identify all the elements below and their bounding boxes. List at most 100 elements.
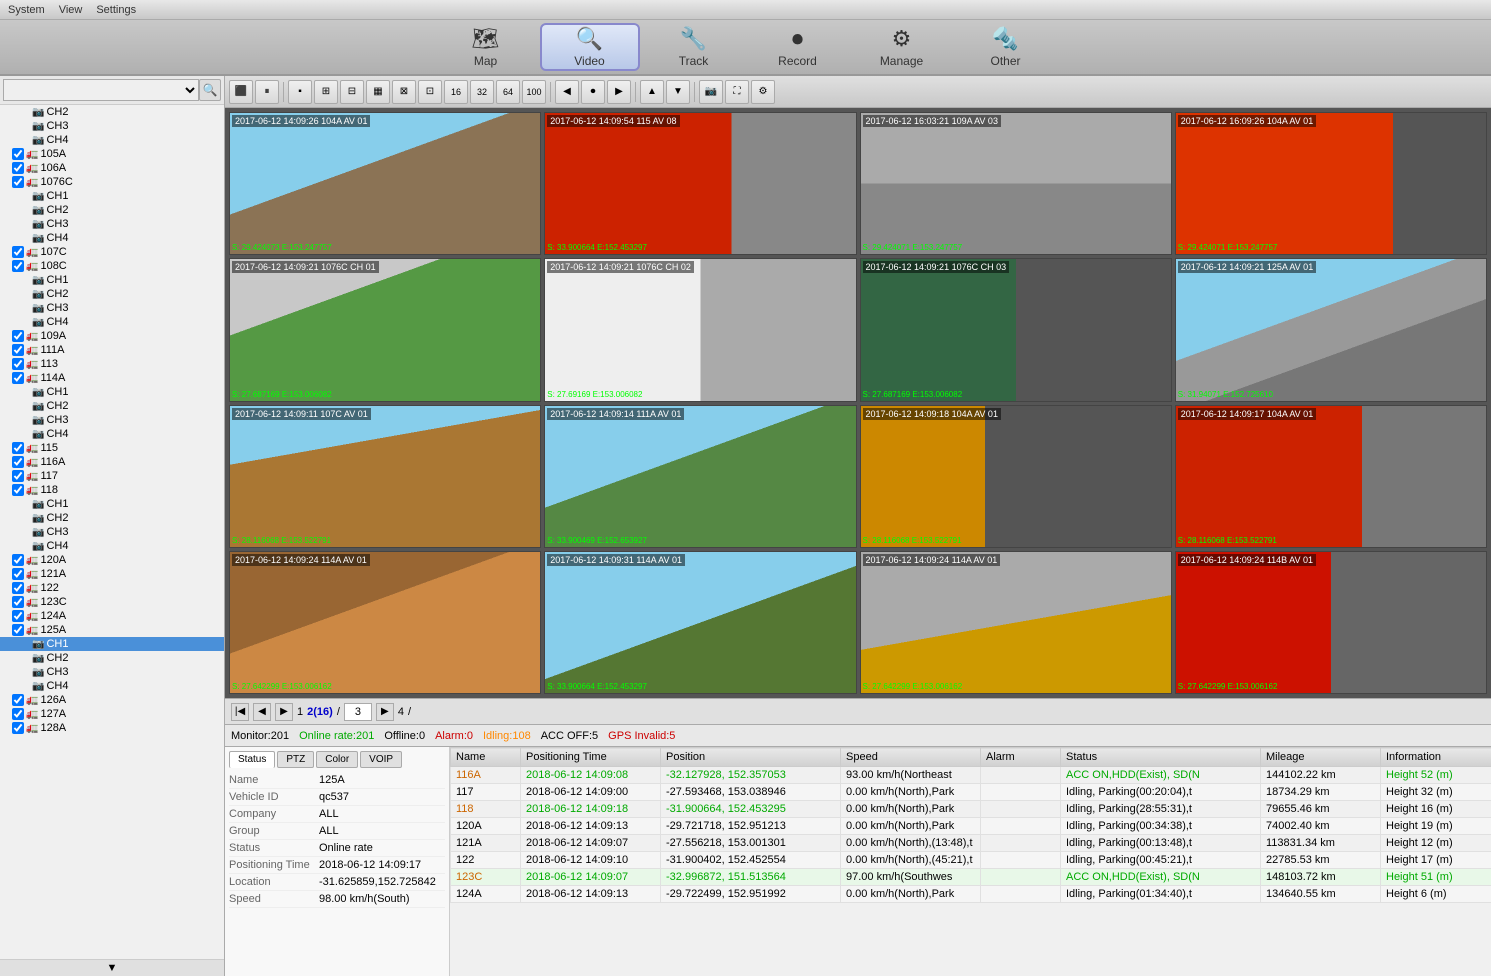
tree-check-109a[interactable] bbox=[12, 330, 24, 342]
prev-page-btn[interactable]: ◀ bbox=[555, 80, 579, 104]
th-status[interactable]: Status bbox=[1061, 748, 1261, 767]
tree-check-117[interactable] bbox=[12, 470, 24, 482]
tree-item-125a[interactable]: 🚛125A bbox=[0, 623, 224, 637]
tree-check-122[interactable] bbox=[12, 582, 24, 594]
th-mileage[interactable]: Mileage bbox=[1261, 748, 1381, 767]
tree-item-114a[interactable]: 🚛114A bbox=[0, 371, 224, 385]
tree-item-ch4[interactable]: 📷CH4 bbox=[0, 133, 224, 147]
tree-item-1076c-ch4[interactable]: 📷CH4 bbox=[0, 231, 224, 245]
table-row[interactable]: 116A2018-06-12 14:09:08-32.127928, 152.3… bbox=[451, 767, 1491, 784]
layout-8[interactable]: ▦ bbox=[366, 80, 390, 104]
th-positioning-time[interactable]: Positioning Time bbox=[521, 748, 661, 767]
tree-item-107c[interactable]: 🚛107C bbox=[0, 245, 224, 259]
screen-select2[interactable]: ▼ bbox=[666, 80, 690, 104]
table-row[interactable]: 124A2018-06-12 14:09:13-29.722499, 152.9… bbox=[451, 886, 1491, 903]
tree-item-122[interactable]: 🚛122 bbox=[0, 581, 224, 595]
menu-view[interactable]: View bbox=[59, 4, 83, 16]
video-cell-1[interactable]: 2017-06-12 14:09:26 104A AV 01S: 29.4240… bbox=[229, 112, 541, 255]
video-cell-5[interactable]: 2017-06-12 14:09:21 1076C CH 01S: 27.687… bbox=[229, 258, 541, 401]
video-cell-2[interactable]: 2017-06-12 14:09:54 115 AV 08S: 33.90066… bbox=[544, 112, 856, 255]
screen-select1[interactable]: ▲ bbox=[640, 80, 664, 104]
layout-6[interactable]: ⊟ bbox=[340, 80, 364, 104]
tree-item-125a-ch2[interactable]: 📷CH2 bbox=[0, 651, 224, 665]
tree-check-120a[interactable] bbox=[12, 554, 24, 566]
tree-item-120a[interactable]: 🚛120A bbox=[0, 553, 224, 567]
tree-item-1076c[interactable]: 🚛1076C bbox=[0, 175, 224, 189]
tree-check-125a[interactable] bbox=[12, 624, 24, 636]
th-name[interactable]: Name bbox=[451, 748, 521, 767]
video-cell-4[interactable]: 2017-06-12 16:09:26 104A AV 01S: 29.4240… bbox=[1175, 112, 1487, 255]
tree-item-105a[interactable]: 🚛105A bbox=[0, 147, 224, 161]
tree-item-1076c-ch2[interactable]: 📷CH2 bbox=[0, 203, 224, 217]
layout-btn4[interactable]: 64 bbox=[496, 80, 520, 104]
fullscreen-btn[interactable]: ⛶ bbox=[725, 80, 749, 104]
video-cell-6[interactable]: 2017-06-12 14:09:21 1076C CH 02S: 27.691… bbox=[544, 258, 856, 401]
tree-item-108c-ch3[interactable]: 📷CH3 bbox=[0, 301, 224, 315]
tree-check-113[interactable] bbox=[12, 358, 24, 370]
th-speed[interactable]: Speed bbox=[841, 748, 981, 767]
page-prev-btn[interactable]: ◀ bbox=[253, 703, 271, 721]
table-row[interactable]: 123C2018-06-12 14:09:07-32.996872, 151.5… bbox=[451, 869, 1491, 886]
tree-item-125a-ch4[interactable]: 📷CH4 bbox=[0, 679, 224, 693]
settings-btn[interactable]: ⚙ bbox=[751, 80, 775, 104]
tree-item-115[interactable]: 🚛115 bbox=[0, 441, 224, 455]
th-alarm[interactable]: Alarm bbox=[981, 748, 1061, 767]
layout-4[interactable]: ⊞ bbox=[314, 80, 338, 104]
sidebar-search-button[interactable]: 🔍 bbox=[199, 79, 221, 101]
layout-9[interactable]: ⊠ bbox=[392, 80, 416, 104]
video-cell-9[interactable]: 2017-06-12 14:09:11 107C AV 01S: 28.1160… bbox=[229, 405, 541, 548]
th-position[interactable]: Position bbox=[661, 748, 841, 767]
tree-item-125a-ch1[interactable]: 📷CH1 bbox=[0, 637, 224, 651]
tree-item-114a-ch2[interactable]: 📷CH2 bbox=[0, 399, 224, 413]
tree-item-118[interactable]: 🚛118 bbox=[0, 483, 224, 497]
tree-item-108c[interactable]: 🚛108C bbox=[0, 259, 224, 273]
tree-item-ch3[interactable]: 📷CH3 bbox=[0, 119, 224, 133]
tree-check-118[interactable] bbox=[12, 484, 24, 496]
tree-item-114a-ch1[interactable]: 📷CH1 bbox=[0, 385, 224, 399]
layout-btn5[interactable]: 100 bbox=[522, 80, 546, 104]
tree-check-1076c[interactable] bbox=[12, 176, 24, 188]
tree-check-108c[interactable] bbox=[12, 260, 24, 272]
tree-check-127a[interactable] bbox=[12, 708, 24, 720]
tab-video[interactable]: 🔍 Video bbox=[540, 23, 640, 71]
page-jump-btn[interactable]: ▶ bbox=[376, 703, 394, 721]
video-cell-12[interactable]: 2017-06-12 14:09:17 104A AV 01S: 28.1160… bbox=[1175, 405, 1487, 548]
tree-item-123c[interactable]: 🚛123C bbox=[0, 595, 224, 609]
tree-check-128a[interactable] bbox=[12, 722, 24, 734]
tree-item-116a[interactable]: 🚛116A bbox=[0, 455, 224, 469]
layout-16[interactable]: ⊡ bbox=[418, 80, 442, 104]
tree-item-118-ch4[interactable]: 📷CH4 bbox=[0, 539, 224, 553]
video-cell-14[interactable]: 2017-06-12 14:09:31 114A AV 01S: 33.9006… bbox=[544, 551, 856, 694]
tree-check-124a[interactable] bbox=[12, 610, 24, 622]
tree-check-121a[interactable] bbox=[12, 568, 24, 580]
tab-manage[interactable]: ⚙ Manage bbox=[852, 23, 952, 71]
tree-item-117[interactable]: 🚛117 bbox=[0, 469, 224, 483]
tree-item-ch2[interactable]: 📷CH2 bbox=[0, 105, 224, 119]
tree-item-108c-ch1[interactable]: 📷CH1 bbox=[0, 273, 224, 287]
tree-item-127a[interactable]: 🚛127A bbox=[0, 707, 224, 721]
tree-check-111a[interactable] bbox=[12, 344, 24, 356]
tree-item-109a[interactable]: 🚛109A bbox=[0, 329, 224, 343]
page-first-btn[interactable]: |◀ bbox=[231, 703, 249, 721]
info-tab-color[interactable]: Color bbox=[316, 751, 358, 768]
tab-track[interactable]: 🔧 Track bbox=[644, 23, 744, 71]
scroll-arrow-down[interactable]: ▼ bbox=[0, 959, 224, 976]
next-page-btn[interactable]: ▶ bbox=[607, 80, 631, 104]
layout-btn2[interactable]: 16 bbox=[444, 80, 468, 104]
tree-item-121a[interactable]: 🚛121A bbox=[0, 567, 224, 581]
tree-item-111a[interactable]: 🚛111A bbox=[0, 343, 224, 357]
table-row[interactable]: 121A2018-06-12 14:09:07-27.556218, 153.0… bbox=[451, 835, 1491, 852]
tree-item-118-ch3[interactable]: 📷CH3 bbox=[0, 525, 224, 539]
tree-item-126a[interactable]: 🚛126A bbox=[0, 693, 224, 707]
menu-system[interactable]: System bbox=[8, 4, 45, 16]
tree-check-105a[interactable] bbox=[12, 148, 24, 160]
tree-check-116a[interactable] bbox=[12, 456, 24, 468]
snapshot-btn[interactable]: 📷 bbox=[699, 80, 723, 104]
tree-item-1076c-ch1[interactable]: 📷CH1 bbox=[0, 189, 224, 203]
video-cell-16[interactable]: 2017-06-12 14:09:24 114B AV 01S: 27.6422… bbox=[1175, 551, 1487, 694]
stop-btn[interactable]: ⬛ bbox=[229, 80, 253, 104]
tree-item-118-ch1[interactable]: 📷CH1 bbox=[0, 497, 224, 511]
video-cell-13[interactable]: 2017-06-12 14:09:24 114A AV 01S: 27.6422… bbox=[229, 551, 541, 694]
tree-item-1076c-ch3[interactable]: 📷CH3 bbox=[0, 217, 224, 231]
table-row[interactable]: 1172018-06-12 14:09:00-27.593468, 153.03… bbox=[451, 784, 1491, 801]
